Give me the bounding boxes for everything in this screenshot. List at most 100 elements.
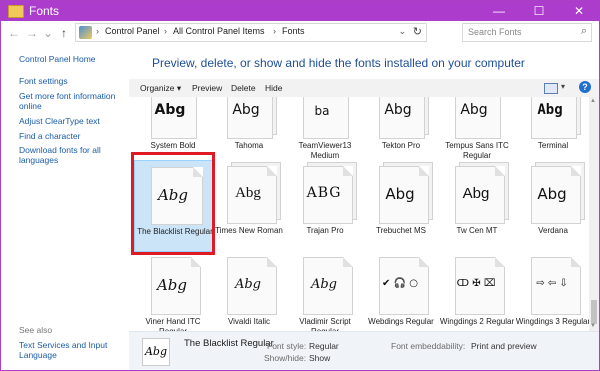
font-file-icon: Abg (293, 257, 355, 319)
forward-arrow-icon[interactable]: → (25, 25, 39, 41)
embeddability-label: Font embeddability: (391, 341, 466, 351)
folder-fonts-icon (8, 5, 24, 18)
window-title: Fonts (29, 4, 60, 18)
link-control-panel-home[interactable]: Control Panel Home (19, 54, 123, 64)
font-sample: Abg (157, 186, 189, 204)
search-icon[interactable]: ⌕ (581, 25, 587, 38)
close-button[interactable]: ✕ (559, 1, 599, 21)
font-sample: ✔ 🎧 ○ (382, 278, 418, 289)
recent-locations-icon[interactable]: ⌄ (41, 25, 55, 41)
link-text-services[interactable]: Text Services and Input Language (19, 340, 123, 360)
font-sample: Abg (460, 102, 488, 118)
font-grid: Abg System Bold Abg Tahoma ba TeamViewer… (129, 97, 589, 331)
font-tile-the-blacklist[interactable]: Abg The Blacklist Regular (134, 160, 214, 252)
preview-button[interactable]: Preview (192, 83, 222, 93)
font-file-icon: ⇨ ⇦ ⇩ (521, 257, 583, 319)
font-tile-tw-cen-mt[interactable]: Abg Tw Cen MT (437, 160, 517, 252)
font-sample: Abg (156, 276, 188, 294)
font-tile-wingdings-2[interactable]: ↀ ✠ ⌧ Wingdings 2 Regular (437, 255, 517, 331)
breadcrumb-fonts[interactable]: Fonts (282, 26, 305, 36)
font-style-label: Font style: (267, 341, 307, 351)
font-name: Times New Roman (215, 226, 283, 235)
maximize-button[interactable]: ☐ (519, 1, 559, 21)
link-download-fonts[interactable]: Download fonts for all languages (19, 145, 123, 165)
font-sample: Abg (235, 185, 261, 201)
font-file-stack-icon: Abg (521, 97, 583, 147)
font-tile-wingdings-3[interactable]: ⇨ ⇦ ⇩ Wingdings 3 Regular (513, 255, 589, 331)
breadcrumb-all-items[interactable]: All Control Panel Items (173, 26, 265, 36)
link-adjust-cleartype[interactable]: Adjust ClearType text (19, 116, 123, 126)
breadcrumb-separator-icon[interactable]: › (164, 26, 167, 36)
font-tile-viner-hand[interactable]: Abg Viner Hand ITC Regular (133, 255, 213, 331)
font-sample: ⇨ ⇦ ⇩ (536, 278, 568, 289)
embeddability-value: Print and preview (471, 341, 537, 351)
font-file-icon: ba (293, 97, 355, 147)
change-view-icon[interactable] (544, 83, 558, 94)
font-tile-vivaldi-italic[interactable]: Abg Vivaldi Italic (209, 255, 289, 331)
command-toolbar: Organize ▾ Preview Delete Hide ▾ ? (129, 79, 599, 98)
breadcrumb-separator-icon[interactable]: › (96, 26, 99, 36)
font-sample: Abg (462, 185, 490, 202)
font-tile-trebuchet-ms[interactable]: Abg Trebuchet MS (361, 160, 441, 252)
font-name: Tahoma (234, 141, 264, 150)
font-tile-vladimir-script[interactable]: Abg Vladimir Script Regular (285, 255, 365, 331)
font-file-stack-icon: Abg (217, 162, 281, 228)
font-tile-verdana[interactable]: Abg Verdana (513, 160, 589, 252)
font-name: Terminal (537, 141, 569, 150)
page-title: Preview, delete, or show and hide the fo… (152, 56, 525, 70)
breadcrumb-control-panel[interactable]: Control Panel (105, 26, 160, 36)
font-file-icon: Abg (141, 257, 203, 319)
font-name: TeamViewer13 Medium (298, 141, 352, 160)
font-name: Vivaldi Italic (227, 317, 271, 326)
help-icon[interactable]: ? (579, 81, 591, 93)
font-tile-terminal[interactable]: Abg Terminal (513, 97, 589, 155)
font-file-icon: Abg (143, 167, 205, 229)
font-name: Webdings Regular (368, 317, 434, 326)
address-bar: ← → ⌄ ↑ › Control Panel › All Control Pa… (1, 22, 599, 44)
font-sample: Abg (154, 102, 186, 118)
font-file-stack-icon: Abg (369, 97, 431, 147)
font-tile-times-new-roman[interactable]: Abg Times New Roman (209, 160, 289, 252)
selected-font-name: The Blacklist Regular (184, 338, 274, 349)
font-name: Tekton Pro (381, 141, 421, 150)
font-sample: ba (314, 104, 330, 118)
breadcrumb-separator-icon[interactable]: › (273, 26, 276, 36)
font-sample: ↀ ✠ ⌧ (456, 278, 496, 289)
font-name: Tw Cen MT (456, 226, 498, 235)
font-name: Trajan Pro (306, 226, 344, 235)
scrollbar-thumb[interactable] (591, 300, 597, 324)
font-tile-system-bold[interactable]: Abg System Bold (133, 97, 213, 155)
title-bar[interactable]: Fonts — ☐ ✕ (1, 1, 599, 21)
font-tile-tahoma[interactable]: Abg Tahoma (209, 97, 289, 155)
up-arrow-icon[interactable]: ↑ (57, 25, 71, 41)
scroll-down-arrow-icon[interactable]: ▼ (590, 323, 596, 329)
path-dropdown-icon[interactable]: ⌄ (398, 26, 406, 37)
font-sample: Abg (384, 102, 412, 118)
path-box[interactable]: › Control Panel › All Control Panel Item… (75, 23, 427, 42)
font-file-stack-icon: ABG (293, 162, 357, 228)
font-tile-tempus-sans[interactable]: Abg Tempus Sans ITC Regular (437, 97, 517, 167)
font-sample: Abg (385, 185, 415, 203)
search-input[interactable]: Search Fonts ⌕ (462, 23, 592, 42)
font-sample: Abg (232, 102, 260, 118)
view-dropdown-icon[interactable]: ▾ (561, 82, 565, 91)
refresh-icon[interactable]: ↻ (413, 25, 422, 38)
link-find-character[interactable]: Find a character (19, 131, 123, 141)
font-tile-trajan-pro[interactable]: ABG Trajan Pro (285, 160, 365, 252)
font-name: Trebuchet MS (376, 226, 426, 235)
minimize-button[interactable]: — (479, 1, 519, 21)
scroll-up-arrow-icon[interactable]: ▲ (590, 98, 596, 104)
font-file-icon: ✔ 🎧 ○ (369, 257, 431, 319)
back-arrow-icon[interactable]: ← (7, 25, 21, 41)
vertical-scrollbar[interactable]: ▲ ▼ (589, 97, 599, 331)
link-font-settings[interactable]: Font settings (19, 76, 123, 86)
hide-button[interactable]: Hide (265, 83, 282, 93)
organize-button[interactable]: Organize ▾ (140, 83, 181, 94)
search-placeholder: Search Fonts (468, 27, 522, 37)
font-tile-teamviewer13[interactable]: ba TeamViewer13 Medium (285, 97, 365, 167)
delete-button[interactable]: Delete (231, 83, 256, 93)
font-tile-tekton-pro[interactable]: Abg Tekton Pro (361, 97, 441, 155)
font-file-stack-icon: Abg (217, 97, 279, 147)
link-more-font-info[interactable]: Get more font information online (19, 91, 123, 111)
font-tile-webdings[interactable]: ✔ 🎧 ○ Webdings Regular (361, 255, 441, 331)
